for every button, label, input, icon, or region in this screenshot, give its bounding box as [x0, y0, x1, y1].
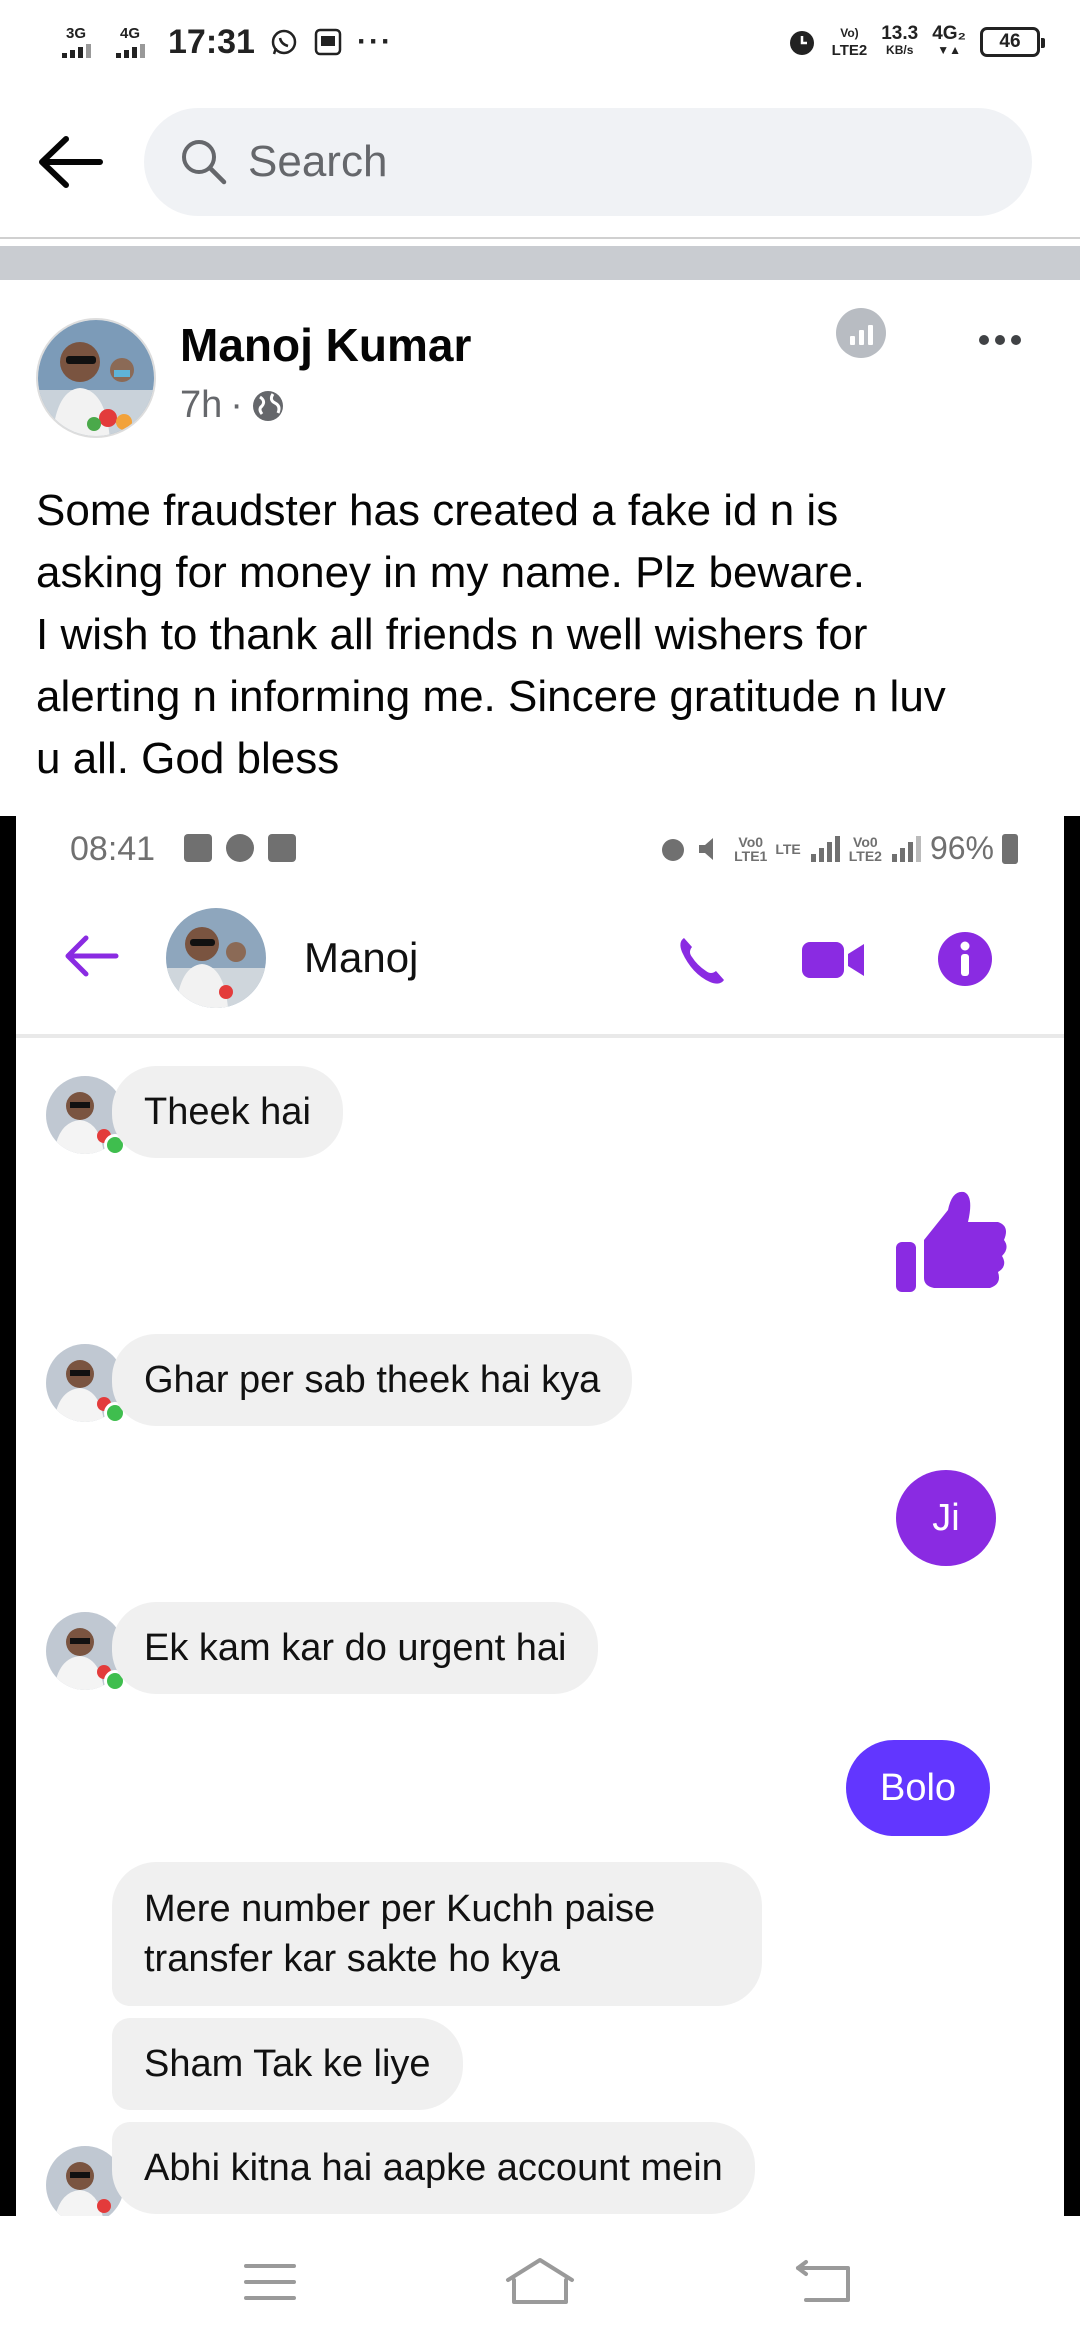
message-received: Mere number per Kuchh paise transfer kar…: [112, 1862, 762, 2006]
network-speed: 13.3 KB/s: [881, 23, 919, 57]
signal-4g-icon: 4G: [110, 26, 150, 58]
search-bar[interactable]: [144, 108, 1032, 216]
messenger-icon: [226, 834, 254, 862]
meta-separator: ·: [230, 384, 243, 426]
signal-bars-2-icon: [891, 835, 921, 862]
search-input[interactable]: [248, 137, 948, 187]
post-timestamp[interactable]: 7h: [180, 384, 222, 427]
chat-header-divider: [16, 1034, 1064, 1038]
post-image[interactable]: 08:41 Vo0 LTE1 LTE Vo0 LTE2 96% Manoj Th…: [0, 816, 1080, 2216]
contact-name[interactable]: Manoj: [304, 934, 418, 982]
status-time: 17:31: [168, 22, 255, 61]
insights-icon: [849, 336, 855, 345]
battery-icon: 46: [980, 27, 1045, 57]
battery-level: 46: [999, 31, 1021, 52]
whatsapp-icon: [271, 29, 297, 55]
signal-bars-icon: [810, 835, 840, 862]
volte-2: Vo0 LTE2: [848, 833, 882, 864]
screenshot-notification-icons: [184, 834, 296, 862]
messenger-screenshot: 08:41 Vo0 LTE1 LTE Vo0 LTE2 96% Manoj Th…: [16, 816, 1064, 2216]
chat-back-arrow-icon[interactable]: [60, 930, 122, 982]
author-photo: [38, 320, 154, 436]
chat-header: Manoj: [16, 900, 1064, 1012]
post-text-line: alerting n informing me. Sincere gratitu…: [36, 672, 946, 721]
screenshot-battery-level: 96%: [929, 830, 994, 866]
message-received: Ek kam kar do urgent hai: [112, 1602, 599, 1694]
back-button[interactable]: [30, 124, 110, 200]
more-options-button[interactable]: [970, 320, 1030, 360]
home-button[interactable]: [500, 2252, 580, 2312]
screenshot-status-right: Vo0 LTE1 LTE Vo0 LTE2 96%: [658, 830, 1018, 867]
header-divider: [0, 237, 1080, 239]
insights-button[interactable]: [836, 308, 886, 358]
thumbs-up-icon: [896, 1191, 1007, 1292]
status-more: ···: [356, 25, 393, 58]
video-icon[interactable]: [800, 936, 868, 984]
feed-separator: [0, 246, 1080, 280]
back-arrow-icon: [39, 136, 103, 188]
post-author-name[interactable]: Manoj Kumar: [180, 318, 471, 372]
globe-icon: [252, 390, 283, 421]
message-line: transfer kar sakte ho kya: [144, 1938, 561, 1980]
post-meta: 7h ·: [180, 384, 285, 427]
message-received: Theek hai: [112, 1066, 343, 1158]
volte-indicator: Vo) LTE2: [831, 26, 868, 59]
message-sent: Ji: [896, 1470, 996, 1566]
menu-button[interactable]: [230, 2252, 310, 2312]
system-nav-bar: [0, 2216, 1080, 2340]
battery-icon: [1002, 833, 1018, 864]
message-received: Sham Tak ke liye: [112, 2018, 463, 2110]
status-bar: 3G 4G 17:31 ··· Vo) LTE2 13.3 KB/s 4G₂ ▼…: [0, 0, 1080, 84]
author-avatar[interactable]: [36, 318, 156, 438]
search-icon: [182, 140, 227, 185]
phone-icon[interactable]: [672, 932, 728, 988]
contact-avatar[interactable]: [166, 908, 266, 1008]
lte-label: LTE: [775, 840, 801, 857]
post-text-line: I wish to thank all friends n well wishe…: [36, 610, 868, 659]
signal-4g2-icon: 4G₂ ▼▲: [932, 23, 966, 57]
menu-icon: [244, 2264, 296, 2300]
screenshot-time: 08:41: [70, 830, 156, 868]
back-nav-icon: [796, 2260, 850, 2302]
post-text-line: u all. God bless: [36, 734, 340, 783]
post-text-line: Some fraudster has created a fake id n i…: [36, 486, 839, 535]
message-received: Abhi kitna hai aapke account mein: [112, 2122, 755, 2214]
home-icon: [506, 2258, 574, 2304]
notification-box-icon: [314, 28, 342, 56]
screenshot-status-bar: 08:41 Vo0 LTE1 LTE Vo0 LTE2 96%: [16, 816, 1064, 880]
image-icon: [268, 834, 296, 862]
alarm-icon: [662, 838, 685, 861]
volte-1: Vo0 LTE1: [734, 833, 768, 864]
network-type-1: 3G: [65, 25, 86, 42]
info-icon[interactable]: [936, 930, 994, 988]
post-text: Some fraudster has created a fake id n i…: [36, 480, 1046, 790]
message-sent: Bolo: [846, 1740, 991, 1836]
signal-3g-icon: 3G: [56, 26, 96, 58]
contact-photo: [166, 908, 266, 1008]
post-text-line: asking for money in my name. Plz beware.: [36, 548, 866, 597]
back-nav-button[interactable]: [784, 2252, 864, 2312]
message-line: Mere number per Kuchh paise: [144, 1888, 656, 1930]
message-received: Ghar per sab theek hai kya: [112, 1334, 633, 1426]
alarm-icon: [789, 31, 814, 55]
search-header: [0, 100, 1080, 220]
gallery-icon: [184, 834, 212, 862]
more-icon: [979, 335, 989, 345]
network-type-2: 4G: [119, 25, 140, 42]
mute-icon: [699, 837, 714, 860]
